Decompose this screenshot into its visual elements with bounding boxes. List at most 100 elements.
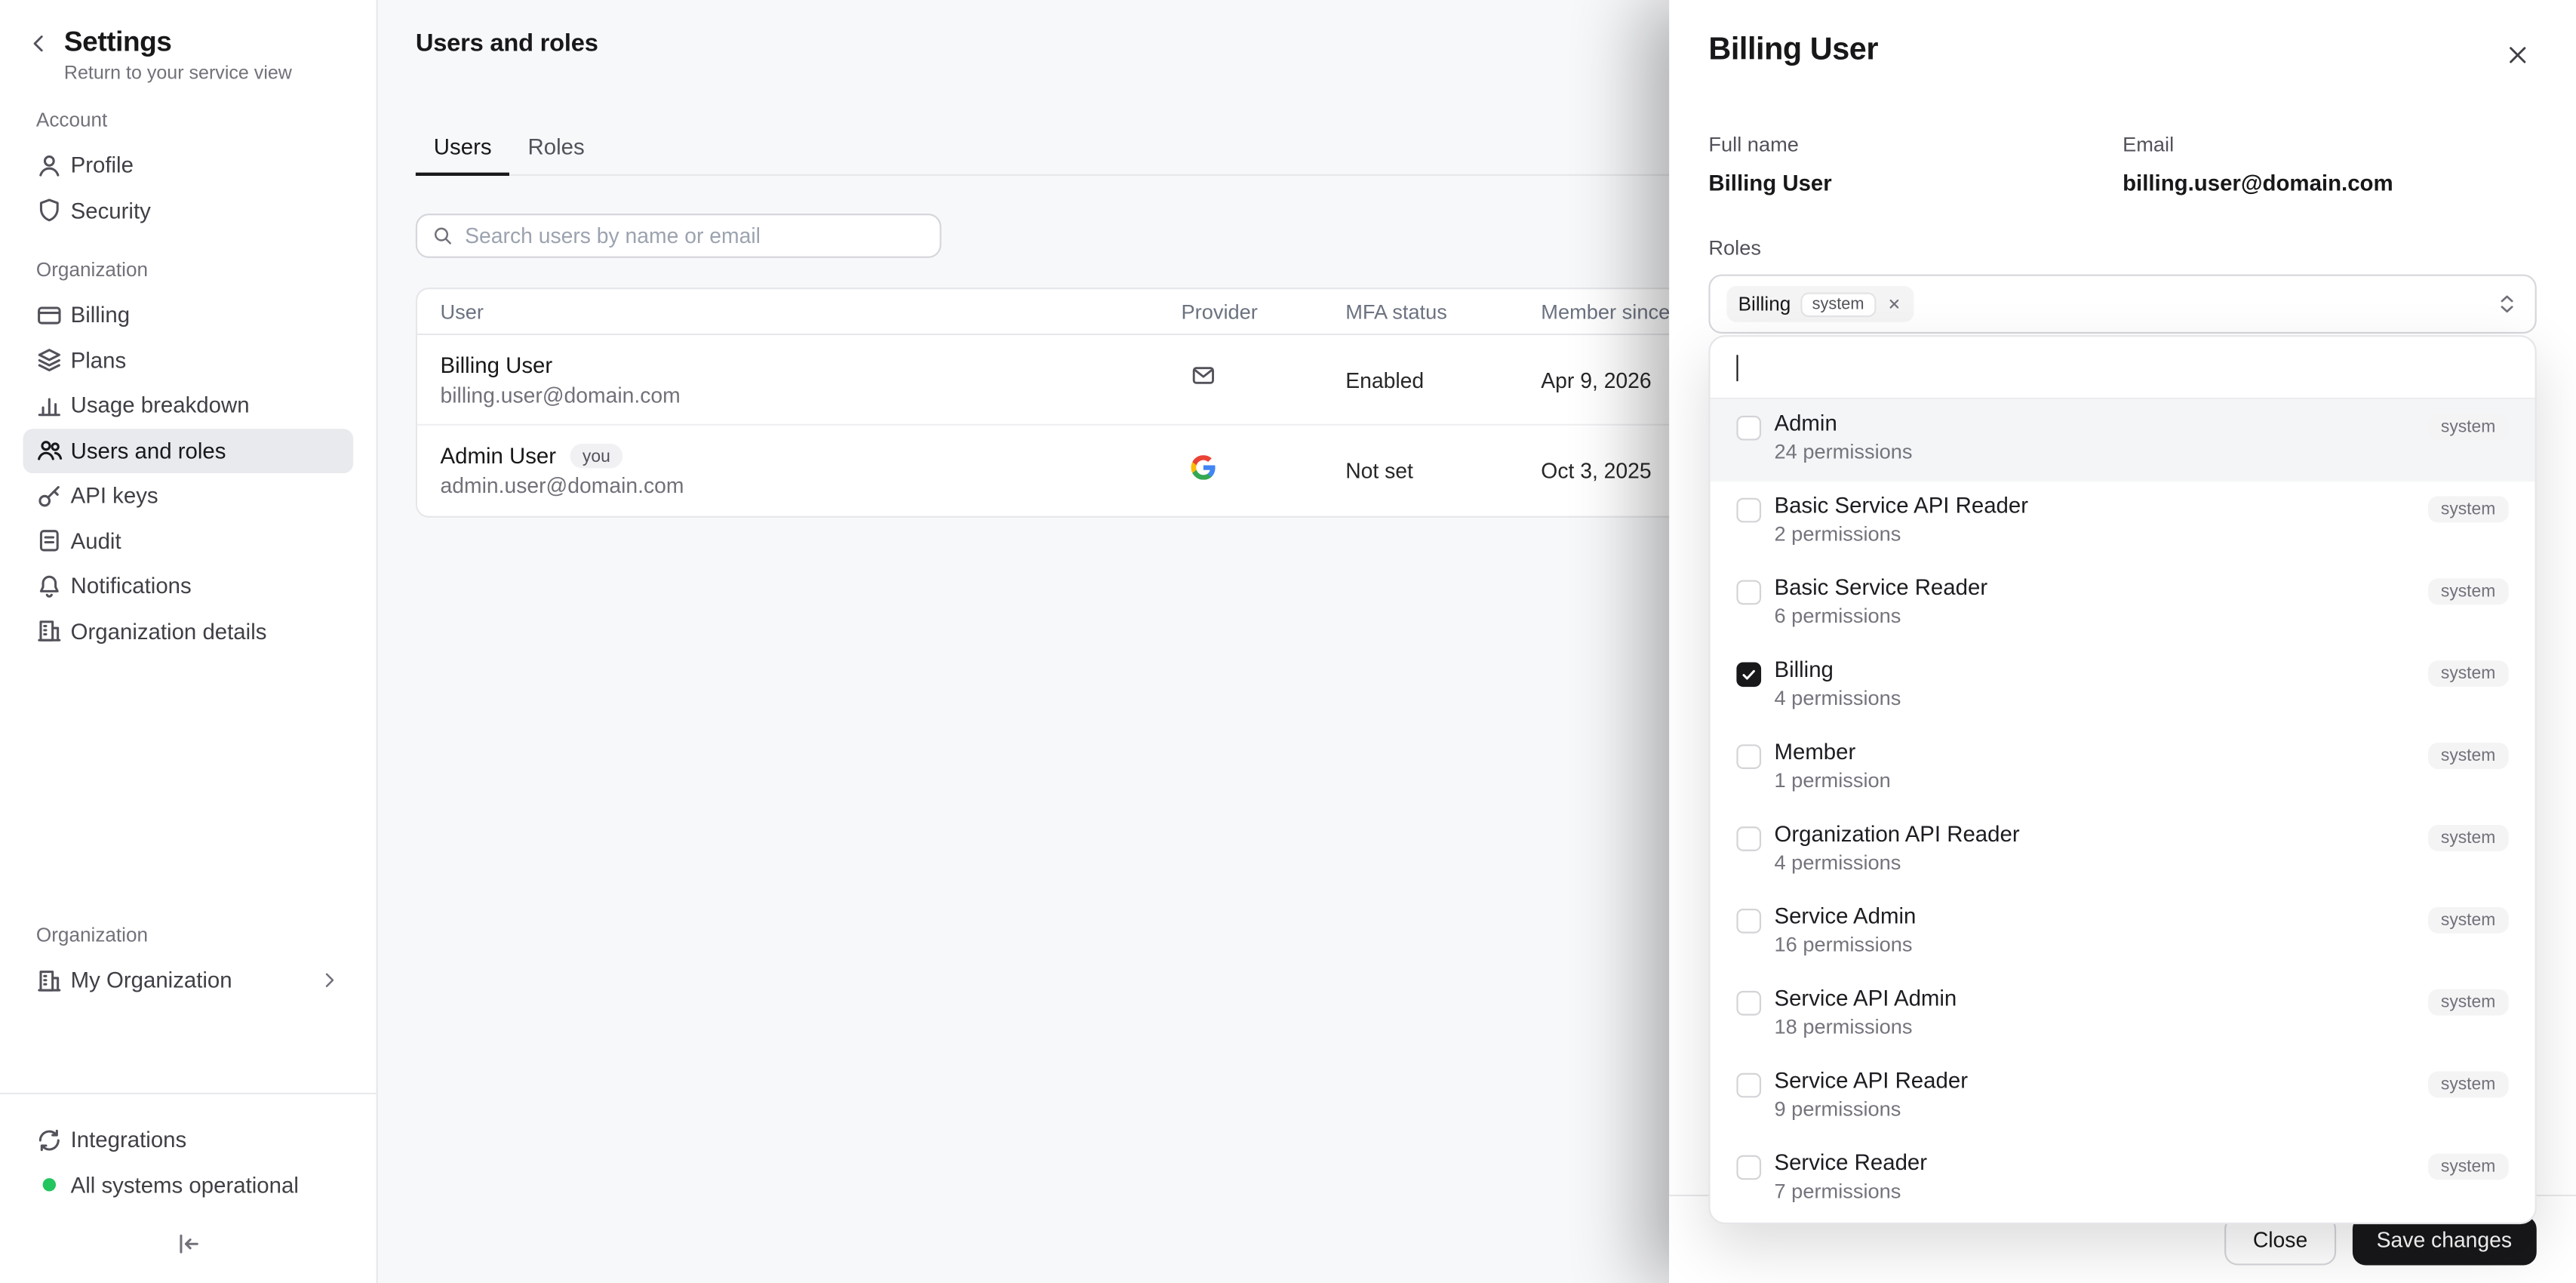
full-name-value: Billing User	[1708, 171, 2123, 195]
sidebar-section: AccountProfileSecurity	[23, 109, 353, 233]
sidebar-item-audit[interactable]: Audit	[23, 518, 353, 564]
system-badge: system	[2427, 497, 2508, 523]
role-permissions: 16 permissions	[1774, 934, 1916, 956]
sidebar-item-my-organization[interactable]: My Organization	[23, 958, 353, 1003]
role-option-service-reader[interactable]: Service Reader7 permissionssystem	[1711, 1139, 2535, 1221]
divider	[0, 1093, 377, 1094]
email-value: billing.user@domain.com	[2123, 171, 2537, 195]
remove-role-icon[interactable]	[1886, 296, 1902, 312]
drawer-header: Billing User	[1708, 33, 2536, 79]
settings-title: Settings	[64, 26, 292, 60]
role-option-body: Service Admin 16 permissions	[1774, 904, 1916, 957]
role-option-service-admin[interactable]: Service Admin 16 permissions system	[1711, 892, 2535, 974]
close-drawer-button[interactable]	[2499, 36, 2537, 79]
user-cell: Billing Userbilling.user@domain.com	[417, 352, 1181, 407]
role-option-basic-service-api-reader[interactable]: Basic Service API Reader2 permissionssys…	[1711, 482, 2535, 564]
role-option-body: Billing4 permissions	[1774, 657, 1901, 710]
sidebar-footer: Integrations All systems operational	[0, 1093, 377, 1283]
tab-users[interactable]: Users	[416, 135, 510, 176]
user-name: Billing User	[441, 352, 553, 377]
role-filter-input[interactable]	[1711, 337, 2535, 399]
role-option-basic-service-reader[interactable]: Basic Service Reader6 permissions system	[1711, 564, 2535, 646]
role-option-body: Basic Service Reader6 permissions	[1774, 575, 1987, 628]
status-label: All systems operational	[71, 1173, 299, 1198]
roles-label: Roles	[1708, 237, 2536, 260]
section-label: Organization	[36, 258, 353, 281]
close-icon	[2505, 43, 2530, 68]
role-option-service-api-admin[interactable]: Service API Admin18 permissionssystem	[1711, 974, 2535, 1057]
sidebar-item-integrations[interactable]: Integrations	[23, 1118, 353, 1163]
role-name: Member	[1774, 740, 1890, 765]
checkbox[interactable]	[1736, 1072, 1761, 1097]
system-badge: system	[2427, 907, 2508, 934]
back-button[interactable]	[23, 31, 52, 60]
role-permissions: 18 permissions	[1774, 1016, 1957, 1038]
role-name: Billing	[1774, 657, 1901, 682]
roles-select[interactable]: Billing system	[1708, 275, 2536, 334]
role-name: Service API Admin	[1774, 986, 1957, 1011]
sidebar-item-plans[interactable]: Plans	[23, 337, 353, 383]
app-root: Settings Return to your service view Acc…	[0, 0, 2576, 1283]
checkbox[interactable]	[1736, 908, 1761, 933]
column-header-user[interactable]: User	[417, 300, 1181, 322]
search-box	[416, 214, 942, 258]
role-option-service-api-reader[interactable]: Service API Reader9 permissionssystem	[1711, 1057, 2535, 1139]
role-name: Organization API Reader	[1774, 822, 2019, 847]
role-option-body: Organization API Reader4 permissions	[1774, 822, 2019, 875]
sidebar-item-label: Notifications	[71, 574, 192, 598]
system-status[interactable]: All systems operational	[23, 1162, 353, 1208]
system-badge: system	[2427, 1072, 2508, 1098]
chevron-left-icon	[26, 31, 51, 56]
mfa-status: Not set	[1345, 458, 1541, 483]
sidebar-section: Organization Billing Plans Usage breakdown U…	[23, 258, 353, 654]
checkbox[interactable]	[1736, 579, 1761, 604]
sidebar-item-notifications[interactable]: Notifications	[23, 564, 353, 609]
column-header-provider[interactable]: Provider	[1181, 300, 1345, 322]
role-option-member[interactable]: Member 1 permission system	[1711, 728, 2535, 811]
checkbox[interactable]	[1736, 415, 1761, 440]
checkbox[interactable]	[1736, 826, 1761, 851]
role-permissions: 6 permissions	[1774, 605, 1987, 627]
user-name-line: Admin Useryou	[441, 444, 1182, 469]
role-option-billing[interactable]: Billing4 permissionssystem	[1711, 646, 2535, 728]
selected-role-name: Billing	[1738, 293, 1791, 315]
sidebar-item-security[interactable]: Security	[23, 188, 353, 233]
sidebar-item-organization-details[interactable]: Organization details	[23, 609, 353, 654]
sidebar-item-billing[interactable]: Billing	[23, 293, 353, 338]
sidebar-item-label: Users and roles	[71, 438, 226, 463]
collapse-sidebar-button[interactable]	[172, 1227, 205, 1260]
system-badge: system	[2427, 578, 2508, 605]
chevron-right-icon	[318, 970, 340, 991]
sidebar-item-usage-breakdown[interactable]: Usage breakdown	[23, 383, 353, 428]
system-badge: system	[2427, 743, 2508, 769]
text-cursor	[1736, 354, 1738, 380]
tab-roles[interactable]: Roles	[510, 135, 603, 174]
role-name: Service Admin	[1774, 904, 1916, 929]
key-icon	[36, 483, 63, 509]
checkbox-checked[interactable]	[1736, 661, 1761, 686]
sidebar-item-profile[interactable]: Profile	[23, 143, 353, 188]
credit-card-icon	[36, 302, 63, 328]
select-caret-icon	[2495, 293, 2518, 315]
chart-icon	[36, 392, 63, 419]
system-badge: system	[2427, 414, 2508, 441]
selected-role-badge: system	[1800, 291, 1875, 316]
sidebar-item-label: Profile	[71, 153, 134, 178]
role-permissions: 1 permission	[1774, 769, 1890, 792]
user-email: admin.user@domain.com	[441, 473, 1182, 498]
role-option-organization-api-reader[interactable]: Organization API Reader4 permissionssyst…	[1711, 810, 2535, 892]
integrations-icon	[36, 1127, 63, 1153]
sidebar-item-label: Audit	[71, 529, 121, 554]
checkbox[interactable]	[1736, 1155, 1761, 1180]
sidebar-item-api-keys[interactable]: API keys	[23, 473, 353, 518]
checkbox[interactable]	[1736, 990, 1761, 1015]
sidebar-item-label: Plans	[71, 348, 127, 373]
checkbox[interactable]	[1736, 743, 1761, 768]
search-input[interactable]	[465, 223, 925, 248]
role-option-admin[interactable]: Admin24 permissionssystem	[1711, 399, 2535, 482]
column-header-mfa-status[interactable]: MFA status	[1345, 300, 1541, 322]
selected-role-chip: Billing system	[1726, 286, 1914, 322]
checkbox[interactable]	[1736, 497, 1761, 522]
sidebar-item-users-and-roles[interactable]: Users and roles	[23, 428, 353, 473]
role-option-body: Member 1 permission	[1774, 740, 1890, 792]
